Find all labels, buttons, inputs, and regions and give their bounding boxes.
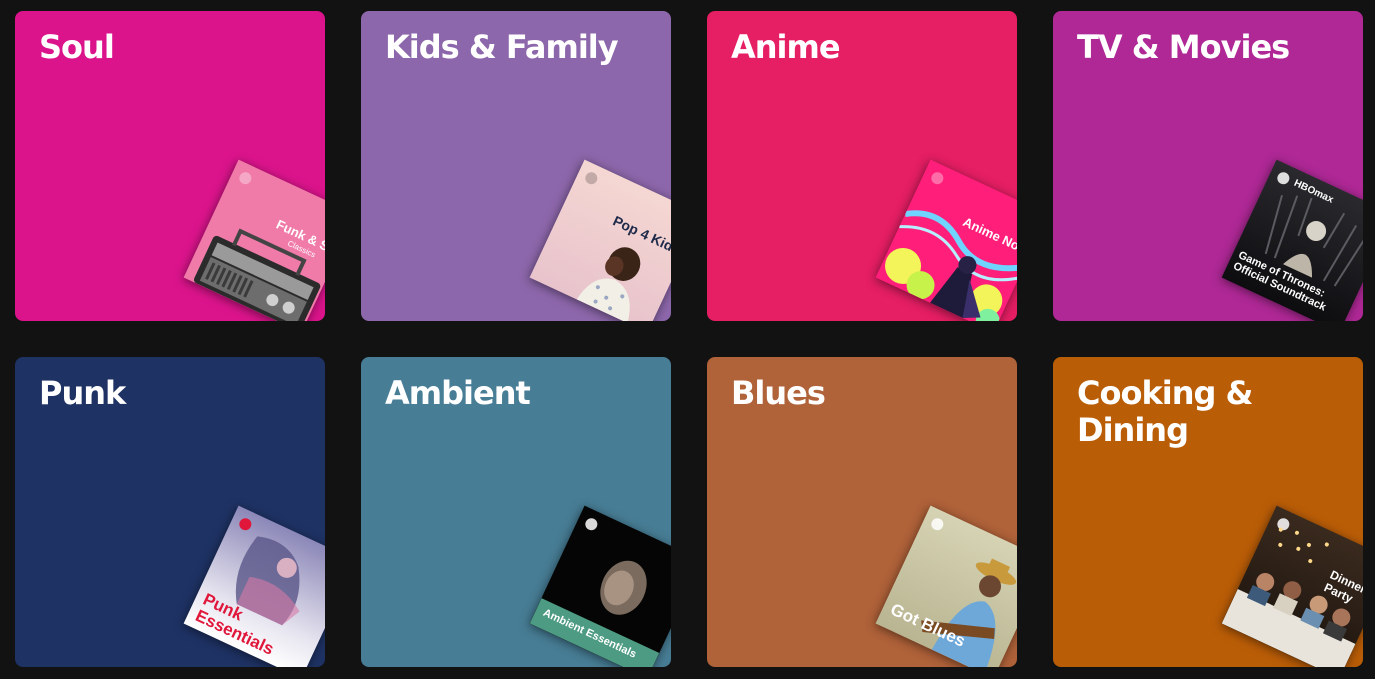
anime-character xyxy=(885,210,1017,321)
category-card-anime[interactable]: Anime Anime Now xyxy=(707,11,1017,321)
playlist-cover: Ambient Essentials xyxy=(529,505,671,667)
category-card-cooking-dining[interactable]: Cooking & Dining Dinner Party xyxy=(1053,357,1363,667)
playlist-cover: Anime Now xyxy=(875,159,1017,321)
playlist-cover: Funk & Soul Classics xyxy=(183,159,325,321)
playlist-cover: Pop 4 Kids xyxy=(529,159,671,321)
category-title: TV & Movies xyxy=(1077,28,1290,66)
category-card-blues[interactable]: Blues Got Blues xyxy=(707,357,1017,667)
category-card-soul[interactable]: Soul Funk & Soul Classics xyxy=(15,11,325,321)
playlist-cover: Got Blues xyxy=(875,505,1017,667)
playlist-cover: HBOmax Game of Thrones: Official Soundtr… xyxy=(1221,159,1363,321)
radio-icon xyxy=(193,228,321,321)
category-title: Blues xyxy=(731,374,826,412)
category-title: Soul xyxy=(39,28,115,66)
category-card-tv-movies[interactable]: TV & Movies HBOmax Game of Thrones: Offi… xyxy=(1053,11,1363,321)
category-card-punk[interactable]: Punk Punk Essentials xyxy=(15,357,325,667)
playlist-cover: Punk Essentials xyxy=(183,505,325,667)
category-title: Cooking & Dining xyxy=(1077,374,1253,449)
category-title: Ambient xyxy=(385,374,531,412)
playlist-cover: Dinner Party xyxy=(1221,505,1363,667)
category-card-kids-family[interactable]: Kids & Family Pop 4 Kids xyxy=(361,11,671,321)
category-card-ambient[interactable]: Ambient Ambient Essentials xyxy=(361,357,671,667)
category-title: Anime xyxy=(731,28,841,66)
child-photo xyxy=(576,247,641,321)
category-title: Punk xyxy=(39,374,126,412)
browse-categories-grid: Soul Funk & Soul Classics Kids & Family … xyxy=(15,11,1363,667)
category-title: Kids & Family xyxy=(385,28,619,66)
